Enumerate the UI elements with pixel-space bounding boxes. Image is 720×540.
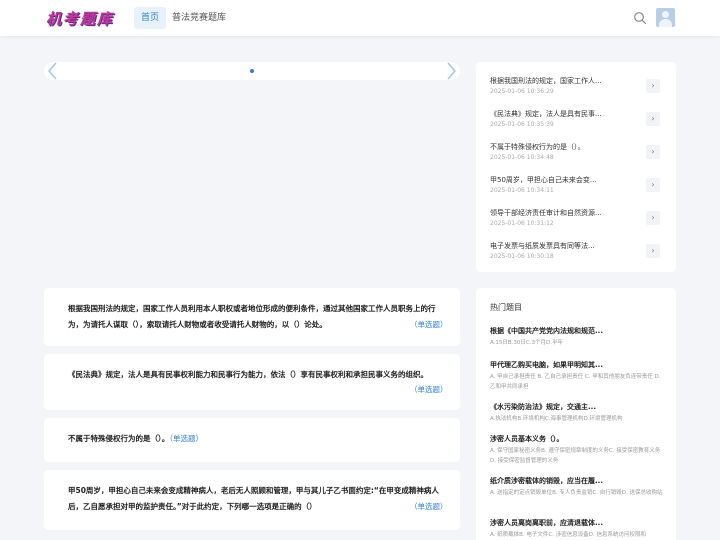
hot-questions-panel: 热门题目 根据《中国共产党党内法规和规范... A.15日B.30日C.3个月D…: [476, 288, 676, 540]
hot-item-title[interactable]: 《水污染防治法》规定，交通主...: [490, 402, 666, 413]
chevron-right-icon[interactable]: ›: [646, 244, 660, 258]
hot-item[interactable]: 涉密人员离岗离职前，应清退载体... A. 纸质载体B. 电子文件C. 涉密信息…: [490, 518, 666, 540]
hot-item-options: A. 送指定的定点销毁单位B. 专人负责监销C. 自行销毁D. 送保总收购站: [490, 490, 663, 496]
banner-carousel: [44, 62, 460, 80]
hot-item[interactable]: 《水污染防治法》规定，交通主... A.执法机构B.环境机构C.海事管理机构D.…: [490, 402, 666, 424]
hot-item[interactable]: 根据《中国共产党党内法规和规范... A.15日B.30日C.3个月D.半年: [490, 326, 666, 348]
avatar-body: [659, 19, 672, 27]
question-text[interactable]: 根据我国刑法的规定，国家工作人员利用本人职权或者地位形成的便利条件，通过其他国家…: [68, 301, 448, 333]
question-type-badge: （单选题）: [410, 502, 448, 511]
chevron-right-icon[interactable]: ›: [646, 211, 660, 225]
hot-item-options: A.15日B.30日C.3个月D.半年: [490, 340, 564, 346]
hot-item-title[interactable]: 根据《中国共产党党内法规和规范...: [490, 326, 666, 337]
hot-item-options: A.执法机构B.环境机构C.海事管理机构D.环境管理机构: [490, 416, 623, 422]
latest-item[interactable]: 甲50周岁，甲担心自己未来会变... 2025-01-06 10:34:11 ›: [476, 166, 676, 199]
chevron-right-icon[interactable]: ›: [646, 178, 660, 192]
nav-home[interactable]: 首页: [134, 7, 167, 29]
chevron-right-icon[interactable]: ›: [646, 145, 660, 159]
latest-questions-panel: 根据我国刑法的规定，国家工作人... 2025-01-06 10:36:29 ›…: [476, 62, 676, 272]
question-line: 为，为请托人谋取（），索取请托人财物或者收受请托人财物的，以（）论处。: [68, 320, 327, 329]
hot-item-title[interactable]: 涉密人员离岗离职前，应清退载体...: [490, 518, 666, 529]
question-line: 根据我国刑法的规定，国家工作人员利用本人职权或者地位形成的便利条件，通过其他国家…: [68, 304, 436, 313]
question-text[interactable]: 甲50周岁，甲担心自己未来会变成精神病人，老后无人照顾和管理，甲与其儿子乙书面约…: [68, 483, 448, 515]
latest-item[interactable]: 不属于特殊侵权行为的是（）。 2025-01-06 10:34:48 ›: [476, 133, 676, 166]
latest-item-time: 2025-01-06 10:34:48: [490, 154, 554, 161]
question-card[interactable]: 《民法典》规定，法人是具有民事权利能力和民事行为能力，依法（）享有民事权利和承担…: [44, 354, 460, 410]
question-card[interactable]: 不属于特殊侵权行为的是（）。（单选题）: [44, 418, 460, 462]
avatar-head: [662, 11, 669, 18]
chevron-left-icon[interactable]: [46, 62, 60, 80]
hot-item[interactable]: 甲代理乙购买电脑，如果甲明知其... A. 甲自己承担责任 B. 乙自己承担责任…: [490, 360, 666, 392]
question-card[interactable]: 根据我国刑法的规定，国家工作人员利用本人职权或者地位形成的便利条件，通过其他国家…: [44, 288, 460, 346]
latest-item-time: 2025-01-06 10:36:29: [490, 88, 554, 95]
question-line: 不属于特殊侵权行为的是（）。: [68, 434, 170, 443]
latest-item-time: 2025-01-06 10:35:39: [490, 121, 554, 128]
chevron-right-icon[interactable]: [444, 62, 458, 80]
question-text[interactable]: 《民法典》规定，法人是具有民事权利能力和民事行为能力，依法（）享有民事权利和承担…: [68, 367, 448, 383]
nav-contest[interactable]: 普法竞赛题库: [172, 7, 226, 29]
question-line: 甲50周岁，甲担心自己未来会变成精神病人，老后无人照顾和管理，甲与其儿子乙书面约…: [68, 486, 439, 495]
question-type-badge: （单选题）: [169, 434, 203, 443]
hot-item-options: A. 甲自己承担责任 B. 乙自己承担责任 C. 甲和其他朋友负连带责任 D. …: [490, 374, 661, 390]
latest-item[interactable]: 领导干部经济责任审计和自然资源... 2025-01-06 10:31:12 ›: [476, 199, 676, 232]
latest-item-title[interactable]: 领导干部经济责任审计和自然资源...: [490, 208, 650, 218]
latest-item-title[interactable]: 甲50周岁，甲担心自己未来会变...: [490, 175, 650, 185]
site-logo[interactable]: 机考题库: [46, 8, 114, 29]
question-line: 后，乙自愿承担对甲的监护责任。”对于此约定，下列哪一选项是正确的（）: [68, 502, 317, 511]
chevron-right-icon[interactable]: ›: [646, 112, 660, 126]
chevron-right-icon[interactable]: ›: [646, 79, 660, 93]
top-header: 机考题库 首页 普法竞赛题库: [0, 0, 720, 36]
question-card[interactable]: 甲50周岁，甲担心自己未来会变成精神病人，老后无人照顾和管理，甲与其儿子乙书面约…: [44, 470, 460, 530]
hot-item-options: A. 保守国家秘密义务B. 遵守保密规章制度的义务C. 接受保密教育义务D. 接…: [490, 448, 661, 464]
latest-item-time: 2025-01-06 10:31:12: [490, 220, 554, 227]
latest-item[interactable]: 电子发票与纸质发票具有同等法... 2025-01-06 10:30:18 ›: [476, 232, 676, 265]
latest-item-title[interactable]: 《民法典》规定，法人是具有民事...: [490, 109, 650, 119]
hot-item-title[interactable]: 甲代理乙购买电脑，如果甲明知其...: [490, 360, 666, 371]
hot-item-title[interactable]: 纸介质涉密载体的销毁，应当在履...: [490, 476, 666, 487]
search-icon[interactable]: [633, 11, 647, 25]
hot-item[interactable]: 纸介质涉密载体的销毁，应当在履... A. 送指定的定点销毁单位B. 专人负责监…: [490, 476, 666, 498]
hot-item-options: A. 纸质载体B. 电子文件C. 涉密信息设备D. 信息系统访问权限和: [490, 532, 647, 538]
question-text[interactable]: 不属于特殊侵权行为的是（）。（单选题）: [68, 431, 203, 447]
latest-item-title[interactable]: 不属于特殊侵权行为的是（）。: [490, 142, 650, 152]
latest-item-title[interactable]: 根据我国刑法的规定，国家工作人...: [490, 76, 650, 86]
user-avatar-icon[interactable]: [656, 8, 675, 27]
latest-item-time: 2025-01-06 10:34:11: [490, 187, 554, 194]
hot-item-title[interactable]: 涉密人员基本义务（）。: [490, 434, 666, 445]
latest-item-title[interactable]: 电子发票与纸质发票具有同等法...: [490, 241, 650, 251]
carousel-indicator[interactable]: [250, 69, 254, 73]
question-type-badge: （单选题）: [410, 320, 448, 329]
question-type-badge: （单选题）: [410, 385, 448, 394]
latest-item[interactable]: 《民法典》规定，法人是具有民事... 2025-01-06 10:35:39 ›: [476, 100, 676, 133]
hot-questions-heading: 热门题目: [490, 303, 522, 312]
latest-item-time: 2025-01-06 10:30:18: [490, 253, 554, 260]
latest-item[interactable]: 根据我国刑法的规定，国家工作人... 2025-01-06 10:36:29 ›: [476, 67, 676, 100]
hot-item[interactable]: 涉密人员基本义务（）。 A. 保守国家秘密义务B. 遵守保密规章制度的义务C. …: [490, 434, 666, 466]
